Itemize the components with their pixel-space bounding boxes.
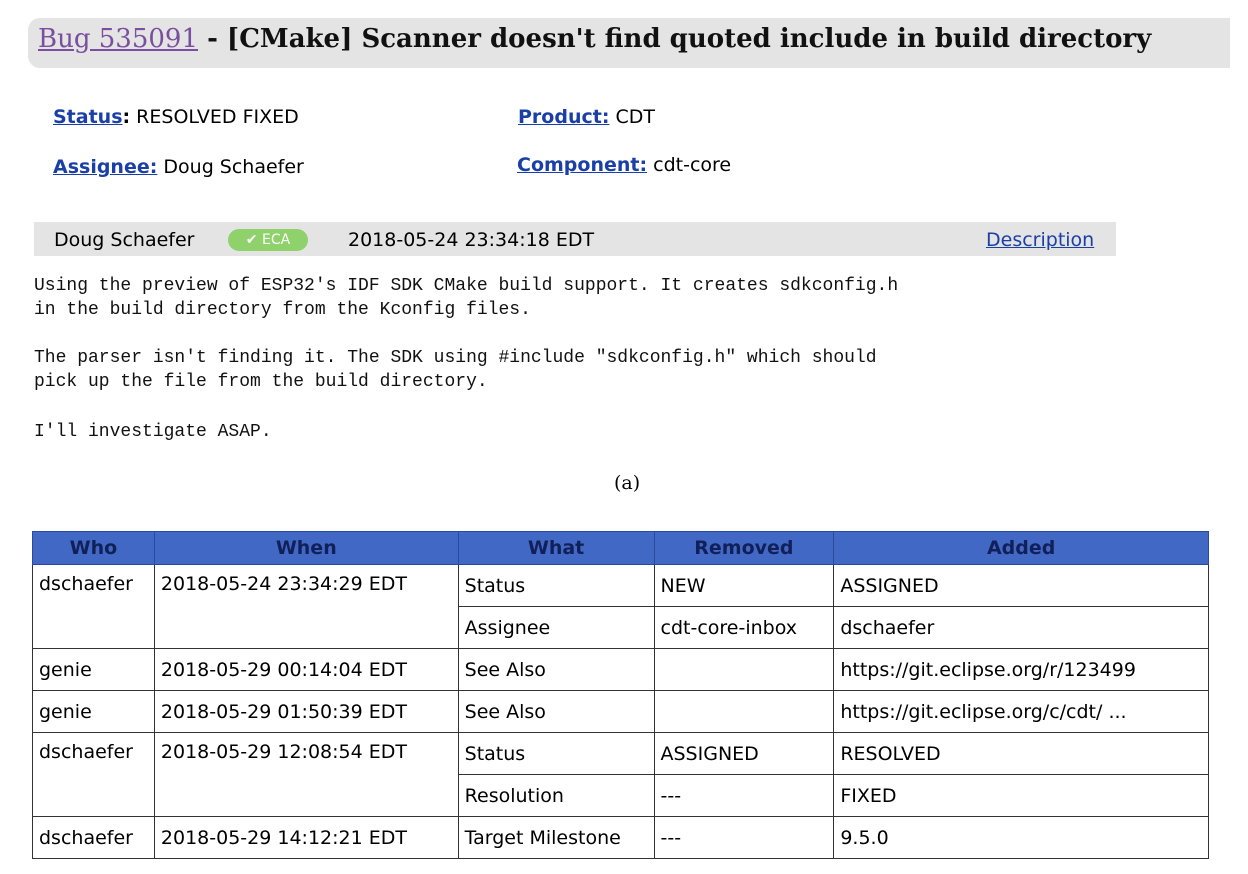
comment-author: Doug Schaefer — [54, 229, 195, 251]
comment-line-5: I'll investigate ASAP. — [34, 422, 272, 442]
status-field: Status: RESOLVED FIXED — [53, 106, 299, 128]
cell-what: Status — [457, 564, 655, 607]
col-header-removed: Removed — [653, 531, 835, 565]
comment-line-3: The parser isn't finding it. The SDK usi… — [34, 348, 877, 368]
col-header-who: Who — [32, 531, 155, 565]
table-row: dschaefer 2018-05-24 23:34:29 EDT Status… — [32, 564, 1209, 649]
component-label-link[interactable]: Component: — [517, 154, 647, 176]
product-value: CDT — [615, 106, 655, 128]
cell-removed: NEW — [653, 564, 835, 607]
cell-who: dschaefer — [32, 816, 155, 859]
col-header-what: What — [457, 531, 655, 565]
cell-added-link[interactable]: https://git.eclipse.org/c/cdt/ ... — [833, 690, 1209, 733]
cell-when: 2018-05-29 00:14:04 EDT — [153, 648, 459, 691]
comment-line-1: Using the preview of ESP32's IDF SDK CMa… — [34, 276, 899, 296]
cell-added: RESOLVED — [833, 732, 1209, 775]
cell-added: dschaefer — [833, 606, 1209, 649]
cell-removed: ASSIGNED — [653, 732, 835, 775]
cell-what: Assignee — [457, 606, 655, 649]
cell-removed: --- — [653, 816, 835, 859]
cell-removed: cdt-core-inbox — [653, 606, 835, 649]
cell-when: 2018-05-29 12:08:54 EDT — [153, 732, 459, 817]
table-row: dschaefer 2018-05-29 12:08:54 EDT Status… — [32, 732, 1209, 817]
table-row: dschaefer 2018-05-29 14:12:21 EDT Target… — [32, 816, 1209, 859]
component-field: Component: cdt-core — [517, 154, 731, 176]
cell-what: Target Milestone — [457, 816, 655, 859]
product-field: Product: CDT — [518, 106, 655, 128]
cell-added: ASSIGNED — [833, 564, 1209, 607]
cell-who: dschaefer — [32, 732, 155, 817]
cell-removed — [653, 690, 835, 733]
assignee-label-link[interactable]: Assignee: — [53, 156, 157, 178]
product-label-link[interactable]: Product: — [518, 106, 609, 128]
cell-added: 9.5.0 — [833, 816, 1209, 859]
status-label-link[interactable]: Status — [53, 106, 123, 128]
comment-date: 2018-05-24 23:34:18 EDT — [348, 229, 595, 251]
assignee-field: Assignee: Doug Schaefer — [53, 156, 304, 178]
cell-when: 2018-05-29 01:50:39 EDT — [153, 690, 459, 733]
comment-line-2: in the build directory from the Kconfig … — [34, 300, 531, 320]
cell-removed: --- — [653, 774, 835, 817]
cell-what: See Also — [457, 690, 655, 733]
cell-when: 2018-05-29 14:12:21 EDT — [153, 816, 459, 859]
history-table: Who When What Removed Added dschaefer 20… — [32, 531, 1209, 859]
bug-title: Bug 535091 - [CMake] Scanner doesn't fin… — [38, 24, 1151, 54]
table-row: genie 2018-05-29 01:50:39 EDT See Also h… — [32, 690, 1209, 733]
figure-caption: (a) — [614, 472, 641, 494]
cell-what: See Also — [457, 648, 655, 691]
cell-added-link[interactable]: https://git.eclipse.org/r/123499 — [833, 648, 1209, 691]
cell-who: genie — [32, 690, 155, 733]
cell-what: Resolution — [457, 774, 655, 817]
bug-summary: [CMake] Scanner doesn't find quoted incl… — [226, 24, 1152, 54]
eca-badge: ✔ ECA — [228, 229, 308, 251]
cell-added: FIXED — [833, 774, 1209, 817]
component-value: cdt-core — [653, 154, 732, 176]
col-header-when: When — [153, 531, 459, 565]
cell-removed — [653, 648, 835, 691]
col-header-added: Added — [833, 531, 1209, 565]
history-header-row: Who When What Removed Added — [32, 531, 1209, 565]
assignee-value: Doug Schaefer — [163, 156, 304, 178]
cell-when: 2018-05-24 23:34:29 EDT — [153, 564, 459, 649]
table-row: genie 2018-05-29 00:14:04 EDT See Also h… — [32, 648, 1209, 691]
cell-what: Status — [457, 732, 655, 775]
comment-line-4: pick up the file from the build director… — [34, 372, 488, 392]
bug-number-link[interactable]: Bug 535091 — [38, 24, 198, 54]
title-separator: - — [198, 24, 227, 54]
status-value: RESOLVED FIXED — [136, 106, 299, 128]
cell-who: dschaefer — [32, 564, 155, 649]
cell-who: genie — [32, 648, 155, 691]
description-link[interactable]: Description — [986, 229, 1094, 251]
